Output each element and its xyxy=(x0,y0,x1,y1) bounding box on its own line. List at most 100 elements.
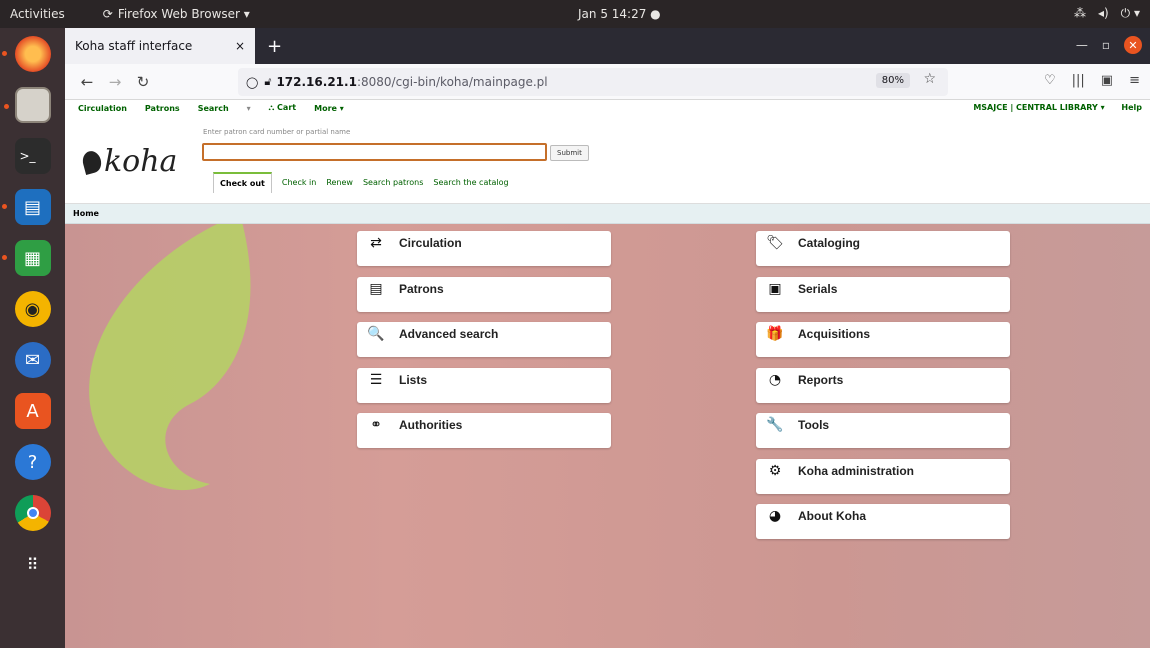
tab-close-icon[interactable]: × xyxy=(235,39,245,53)
nav-search-dropdown[interactable]: ▾ xyxy=(247,104,251,113)
nav-patrons[interactable]: Patrons xyxy=(145,104,180,113)
system-top-bar: Activities ⟳ Firefox Web Browser ▾ Jan 5… xyxy=(0,0,1150,28)
koha-logo-text: koha xyxy=(104,144,178,179)
system-tray[interactable]: ⁂ ◂) ⏻ ▾ xyxy=(1074,6,1140,21)
breadcrumb-home[interactable]: Home xyxy=(73,209,99,218)
pie-chart-icon: ◔ xyxy=(768,372,782,388)
calc-dock-icon[interactable]: ▦ xyxy=(1,240,51,276)
transfer-icon: ⇄ xyxy=(370,235,382,251)
app-menu-label: Firefox Web Browser ▾ xyxy=(117,7,250,21)
module-patrons[interactable]: ▤ Patrons xyxy=(357,277,611,312)
patron-search-input[interactable] xyxy=(202,143,547,161)
bookmark-star-icon[interactable]: ☆ xyxy=(923,71,936,87)
list-icon: ☰ xyxy=(369,372,383,388)
running-indicator xyxy=(1,51,7,56)
module-label: Serials xyxy=(798,282,838,296)
tab-bar: Koha staff interface × + — ▫ ✕ xyxy=(65,28,1150,64)
module-circulation[interactable]: ⇄ Circulation xyxy=(357,231,611,266)
gift-icon: 🎁 xyxy=(766,326,784,342)
tab-check-out[interactable]: Check out xyxy=(213,172,272,193)
tab-check-in[interactable]: Check in xyxy=(282,178,316,187)
module-label: Reports xyxy=(798,373,844,387)
back-icon[interactable]: ← xyxy=(73,73,101,91)
koha-leaf-icon xyxy=(80,148,104,175)
software-dock-icon[interactable]: A xyxy=(14,393,51,429)
submit-button[interactable]: Submit xyxy=(550,145,589,161)
koha-nav-right: MSAJCE | CENTRAL LIBRARY ▾ Help xyxy=(959,103,1142,112)
nav-cart[interactable]: ⛬ Cart xyxy=(269,103,296,113)
help-dock-icon[interactable]: ? xyxy=(14,444,51,480)
forward-icon[interactable]: → xyxy=(101,73,129,91)
koha-logo[interactable]: koha xyxy=(80,144,178,179)
module-label: Koha administration xyxy=(798,464,915,478)
module-koha-administration[interactable]: ⚙ Koha administration xyxy=(756,459,1010,494)
koha-top-nav: Circulation Patrons Search ▾ ⛬ Cart More… xyxy=(65,100,1150,116)
nav-circulation[interactable]: Circulation xyxy=(78,104,127,113)
module-acquisitions[interactable]: 🎁 Acquisitions xyxy=(756,322,1010,357)
tab-search-catalog[interactable]: Search the catalog xyxy=(433,178,508,187)
module-label: Advanced search xyxy=(399,327,499,341)
module-cataloging[interactable]: 🏷 Cataloging xyxy=(756,231,1010,266)
shield-icon[interactable]: ◯ xyxy=(246,76,258,89)
tab-title: Koha staff interface xyxy=(75,39,193,53)
thunderbird-dock-icon[interactable]: ✉ xyxy=(14,342,51,378)
module-lists[interactable]: ☰ Lists xyxy=(357,368,611,403)
library-selector[interactable]: MSAJCE | CENTRAL LIBRARY ▾ xyxy=(973,103,1104,112)
running-indicator xyxy=(1,204,7,209)
nav-more[interactable]: More ▾ xyxy=(314,104,344,113)
koha-page: Circulation Patrons Search ▾ ⛬ Cart More… xyxy=(65,100,1150,648)
firefox-dock-icon[interactable] xyxy=(1,36,51,72)
module-label: Acquisitions xyxy=(798,327,871,341)
module-tools[interactable]: 🔧 Tools xyxy=(756,413,1010,448)
navigation-toolbar: ← → ↻ ◯ 🔓︎ 172.16.21.1:8080/cgi-bin/koha… xyxy=(65,64,1150,100)
nav-search[interactable]: Search xyxy=(198,104,229,113)
module-serials[interactable]: ▣ Serials xyxy=(756,277,1010,312)
window-close-icon[interactable]: ✕ xyxy=(1124,36,1142,54)
koha-leaf-icon: ◕ xyxy=(768,508,782,524)
tab-koha[interactable]: Koha staff interface × xyxy=(65,28,255,64)
zoom-indicator[interactable]: 80% xyxy=(875,73,910,88)
module-label: Circulation xyxy=(399,236,462,250)
firefox-window: Koha staff interface × + — ▫ ✕ ← → ↻ ◯ 🔓… xyxy=(65,28,1150,648)
tab-renew[interactable]: Renew xyxy=(326,178,353,187)
files-dock-icon[interactable] xyxy=(3,87,51,123)
search-icon: 🔍 xyxy=(367,326,385,342)
rhythmbox-dock-icon[interactable]: ◉ xyxy=(14,291,51,327)
terminal-dock-icon[interactable]: >_ xyxy=(14,138,51,174)
activities-button[interactable]: Activities xyxy=(0,7,75,21)
power-icon: ⏻ ▾ xyxy=(1120,6,1140,20)
module-label: Lists xyxy=(399,373,428,387)
main-content: ⇄ Circulation ▤ Patrons 🔍 Advanced searc… xyxy=(65,224,1150,648)
volume-icon: ◂) xyxy=(1097,6,1109,20)
module-advanced-search[interactable]: 🔍 Advanced search xyxy=(357,322,611,357)
show-apps-icon[interactable]: ⠿ xyxy=(15,546,51,582)
id-card-icon: ▤ xyxy=(369,281,383,297)
library-icon[interactable]: ||| xyxy=(1072,73,1085,88)
module-reports[interactable]: ◔ Reports xyxy=(756,368,1010,403)
module-about-koha[interactable]: ◕ About Koha xyxy=(756,504,1010,539)
running-indicator xyxy=(1,255,7,260)
reload-icon[interactable]: ↻ xyxy=(129,73,157,91)
url-path: :8080/cgi-bin/koha/mainpage.pl xyxy=(356,75,548,89)
url-bar[interactable]: ◯ 🔓︎ 172.16.21.1:8080/cgi-bin/koha/mainp… xyxy=(238,68,948,96)
lock-icon[interactable]: 🔓︎ xyxy=(264,75,271,89)
pocket-icon[interactable]: ♡ xyxy=(1044,73,1056,88)
module-authorities[interactable]: ⚭ Authorities xyxy=(357,413,611,448)
minimize-icon[interactable]: — xyxy=(1076,38,1088,52)
tab-search-patrons[interactable]: Search patrons xyxy=(363,178,423,187)
tag-icon: 🏷 xyxy=(766,235,784,251)
window-controls: — ▫ ✕ xyxy=(1076,36,1142,54)
link-icon: ⚭ xyxy=(370,417,382,433)
module-label: Cataloging xyxy=(798,236,860,250)
help-link[interactable]: Help xyxy=(1121,103,1142,112)
new-tab-button[interactable]: + xyxy=(267,36,282,57)
sidebar-icon[interactable]: ▣ xyxy=(1101,73,1113,88)
chrome-dock-icon[interactable] xyxy=(14,495,51,531)
module-label: Patrons xyxy=(399,282,444,296)
menu-icon[interactable]: ≡ xyxy=(1129,73,1140,88)
app-menu[interactable]: ⟳ Firefox Web Browser ▾ xyxy=(103,7,250,21)
maximize-icon[interactable]: ▫ xyxy=(1102,38,1110,52)
clock[interactable]: Jan 5 14:27 ● xyxy=(578,7,661,21)
writer-dock-icon[interactable]: ▤ xyxy=(1,189,51,225)
module-label: Authorities xyxy=(399,418,463,432)
